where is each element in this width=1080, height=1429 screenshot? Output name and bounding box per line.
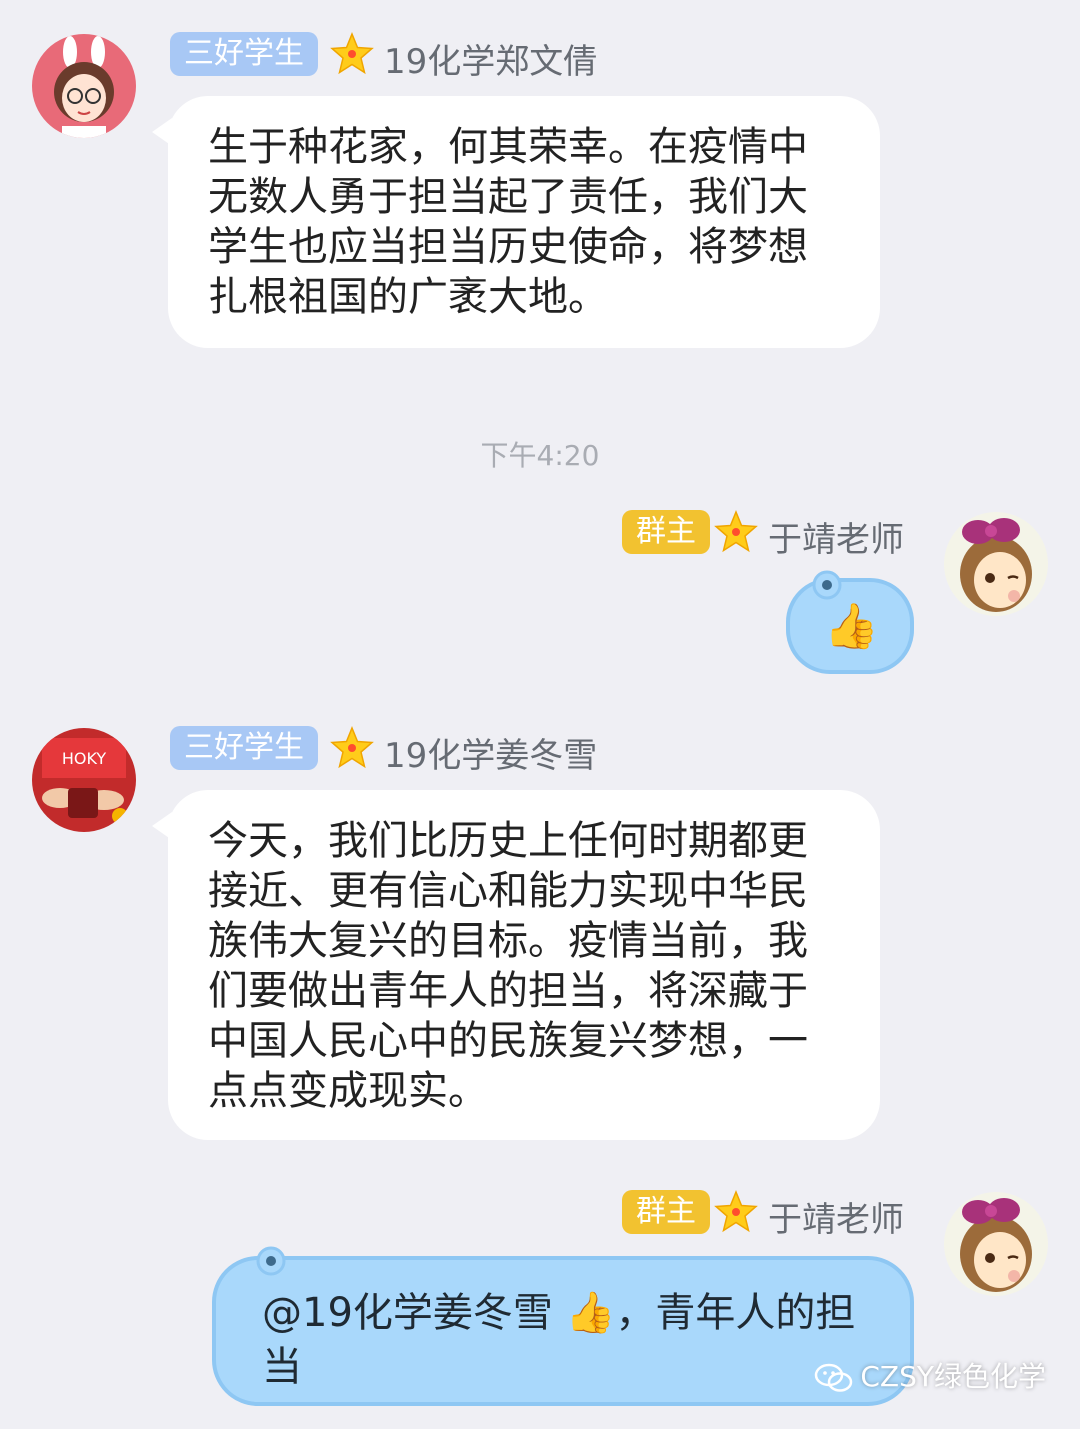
mention-link[interactable]: @19化学姜冬雪	[262, 1290, 553, 1336]
avatar-teacher[interactable]	[944, 1192, 1048, 1296]
badge-honor-student: 三好学生	[170, 726, 318, 770]
wechat-icon	[815, 1363, 853, 1392]
avatar-jiang-dongxue[interactable]: HOKY	[32, 728, 136, 832]
message-bubble[interactable]: 生于种花家，何其荣幸。在疫情中无数人勇于担当起了责任，我们大学生也应当担当历史使…	[152, 96, 880, 348]
star-icon	[330, 726, 374, 769]
bubble-eye-icon	[812, 570, 842, 600]
message-text: 生于种花家，何其荣幸。在疫情中无数人勇于担当起了责任，我们大学生也应当担当历史使…	[208, 124, 808, 320]
message-bubble[interactable]: 今天，我们比历史上任何时期都更接近、更有信心和能力实现中华民族伟大复兴的目标。疫…	[152, 790, 880, 1140]
thumbs-up-icon: 👍	[565, 1290, 616, 1336]
bubble-eye-icon	[256, 1246, 286, 1276]
star-icon	[330, 32, 374, 75]
watermark: CZSY绿色化学	[814, 1355, 1046, 1395]
sender-name[interactable]: 于靖老师	[768, 1192, 904, 1241]
bubble-tail	[152, 812, 172, 840]
message-timestamp: 下午4:20	[480, 439, 600, 472]
watermark-text: CZSY绿色化学	[860, 1360, 1046, 1393]
badge-honor-student: 三好学生	[170, 32, 318, 76]
avatar-teacher[interactable]	[944, 512, 1048, 616]
bubble-tail	[152, 118, 172, 146]
svg-text:HOKY: HOKY	[62, 749, 107, 768]
star-icon	[714, 1190, 758, 1233]
avatar-zheng-wenqian[interactable]	[32, 34, 136, 138]
message-text: 今天，我们比历史上任何时期都更接近、更有信心和能力实现中华民族伟大复兴的目标。疫…	[208, 818, 808, 1114]
reply-bubble[interactable]: @19化学姜冬雪 👍，青年人的担当	[212, 1246, 914, 1406]
badge-group-owner: 群主	[622, 1190, 710, 1234]
badge-group-owner: 群主	[622, 510, 710, 554]
sender-name[interactable]: 19化学姜冬雪	[384, 728, 597, 777]
thumbs-up-bubble[interactable]: 👍	[786, 570, 914, 674]
thumbs-up-icon: 👍	[824, 601, 879, 652]
star-icon	[714, 510, 758, 553]
sender-name[interactable]: 19化学郑文倩	[384, 34, 597, 83]
sender-name[interactable]: 于靖老师	[768, 512, 904, 561]
